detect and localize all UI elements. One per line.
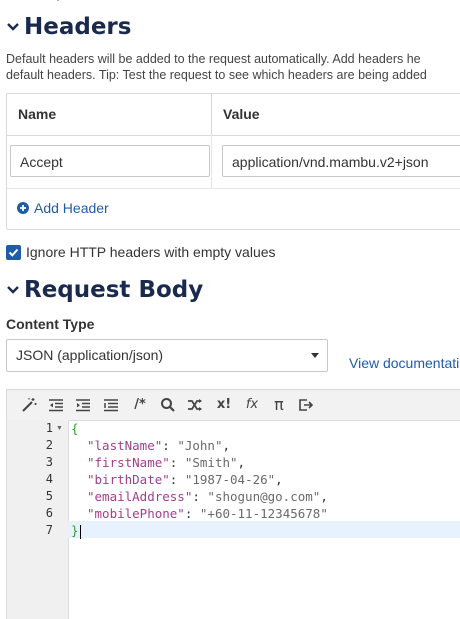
search-icon[interactable] [159,396,177,414]
magic-wand-icon[interactable] [20,396,38,414]
headers-table: Name Value Accept application/vnd.mambu.… [6,93,460,230]
fold-arrow-icon[interactable]: ▼ [56,420,63,437]
ignore-empty-headers-checkbox[interactable] [6,244,21,260]
text-cursor [79,524,81,539]
view-documentation-link[interactable]: View documentati [349,355,459,371]
code-line: 7 } [45,523,81,539]
pi-icon[interactable]: π [270,396,288,414]
header-value-input[interactable]: application/vnd.mambu.v2+json [222,145,460,177]
code-line: 4 "birthDate": "1987-04-26", [45,472,283,487]
checkmark-icon [8,248,19,257]
dropdown-caret-icon [311,353,319,358]
add-header-button[interactable]: Add Header [17,200,109,216]
content-type-value: JSON (application/json) [16,347,164,363]
code-line: 1 ▼ { [45,420,79,437]
shuffle-icon[interactable] [186,396,204,414]
chevron-down-icon [7,23,19,31]
editor-toolbar: /* x! fx π [7,390,460,421]
comment-icon[interactable]: /* [129,396,151,414]
request-body-section-toggle[interactable]: Request Body [6,275,203,305]
content-type-label: Content Type [6,316,95,332]
export-icon[interactable] [297,396,315,414]
code-line: 5 "emailAddress": "shogun@go.com", [45,489,328,504]
function-icon[interactable]: fx [243,396,261,414]
column-header-name: Name [18,106,57,122]
headers-section-title: Headers [24,14,132,40]
code-line: 2 "lastName": "John", [45,438,231,453]
code-line: 3 "firstName": "Smith", [45,455,246,470]
indent-icon[interactable] [74,396,92,414]
request-body-editor[interactable]: /* x! fx π 1 ▼ { 2 "lastName": "John", 3… [6,389,460,619]
plus-circle-icon [17,202,29,214]
ignore-empty-headers-option[interactable]: Ignore HTTP headers with empty values [6,244,276,260]
list-format-icon[interactable] [102,396,120,414]
content-type-select[interactable]: JSON (application/json) [6,339,328,372]
chevron-down-icon [7,286,19,294]
code-line: 6 "mobilePhone": "+60-11-12345678" [45,506,328,521]
headers-table-header: Name Value [7,94,460,136]
add-header-label: Add Header [34,200,109,216]
headers-description: Default headers will be added to the req… [6,52,427,82]
ignore-empty-headers-label: Ignore HTTP headers with empty values [26,244,276,260]
column-header-value: Value [223,106,260,122]
header-name-input[interactable]: Accept [10,145,210,177]
clear-format-icon[interactable]: x! [213,396,235,414]
request-body-section-title: Request Body [24,277,204,303]
headers-section-toggle[interactable]: Headers [6,12,131,42]
previous-section-title-fragment [0,0,80,4]
outdent-icon[interactable] [47,396,65,414]
